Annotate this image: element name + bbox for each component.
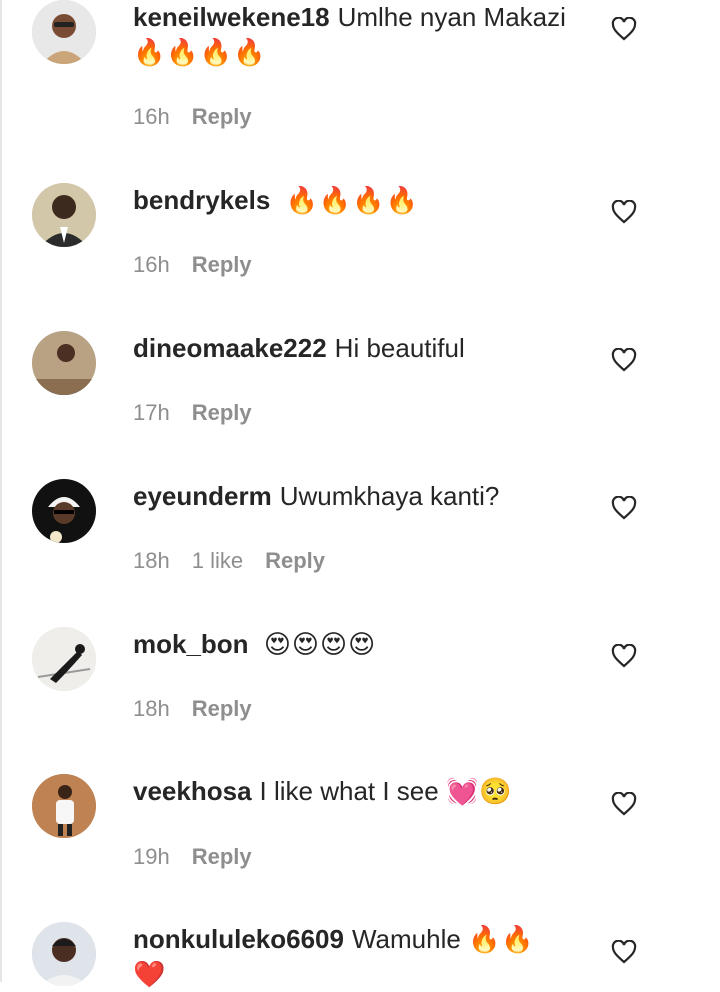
heart-outline-icon[interactable] xyxy=(611,496,637,520)
heart-outline-icon[interactable] xyxy=(611,644,637,668)
comment-text: Uwumkhaya kanti? xyxy=(279,481,500,511)
comment-meta: 18h Reply xyxy=(133,696,274,722)
comment-meta: 19h Reply xyxy=(133,844,274,870)
avatar[interactable] xyxy=(32,627,96,691)
comment-meta: 17h Reply xyxy=(133,400,274,426)
comment-time: 16h xyxy=(133,252,170,277)
comment-meta: 16h Reply xyxy=(133,104,274,130)
comment-time: 16h xyxy=(133,104,170,129)
avatar[interactable] xyxy=(32,183,96,247)
comment-username[interactable]: eyeunderm xyxy=(133,481,272,511)
comment-emoji: 🔥🔥🔥🔥 xyxy=(133,37,267,67)
reply-button[interactable]: Reply xyxy=(192,400,252,425)
comment-time: 17h xyxy=(133,400,170,425)
reply-button[interactable]: Reply xyxy=(192,696,252,721)
heart-outline-icon[interactable] xyxy=(611,17,637,41)
comment-text: Wamuhle xyxy=(351,924,461,954)
reply-button[interactable]: Reply xyxy=(192,844,252,869)
comment-time: 19h xyxy=(133,844,170,869)
comment-username[interactable]: nonkululeko6609 xyxy=(133,924,344,954)
left-edge-divider xyxy=(0,0,2,982)
comment-username[interactable]: bendrykels xyxy=(133,185,270,215)
comment-text: Hi beautiful xyxy=(334,333,465,363)
comment-username[interactable]: veekhosa xyxy=(133,776,252,806)
comment-emoji: 💓🥺 xyxy=(445,776,513,806)
comment-text: Umlhe nyan Makazi xyxy=(337,2,566,32)
heart-outline-icon[interactable] xyxy=(611,200,637,224)
comment-emoji: 🔥🔥🔥🔥 xyxy=(285,185,420,215)
heart-outline-icon[interactable] xyxy=(611,940,637,964)
reply-button[interactable]: Reply xyxy=(265,548,325,573)
comment-time: 18h xyxy=(133,696,170,721)
avatar[interactable] xyxy=(32,922,96,986)
heart-outline-icon[interactable] xyxy=(611,348,637,372)
avatar[interactable] xyxy=(32,479,96,543)
reply-button[interactable]: Reply xyxy=(192,252,252,277)
comment-meta: 16h Reply xyxy=(133,252,274,278)
comment-emoji: 😍😍😍😍 xyxy=(263,629,377,659)
reply-button[interactable]: Reply xyxy=(192,104,252,129)
comment-username[interactable]: mok_bon xyxy=(133,629,249,659)
heart-outline-icon[interactable] xyxy=(611,792,637,816)
avatar[interactable] xyxy=(32,774,96,838)
comment-username[interactable]: keneilwekene18 xyxy=(133,2,330,32)
comment-meta: 18h 1 like Reply xyxy=(133,548,347,574)
comment-likes[interactable]: 1 like xyxy=(192,548,243,573)
comment-username[interactable]: dineomaake222 xyxy=(133,333,327,363)
comment-time: 18h xyxy=(133,548,170,573)
avatar[interactable] xyxy=(32,331,96,395)
avatar[interactable] xyxy=(32,0,96,64)
comment-text: I like what I see xyxy=(259,776,439,806)
